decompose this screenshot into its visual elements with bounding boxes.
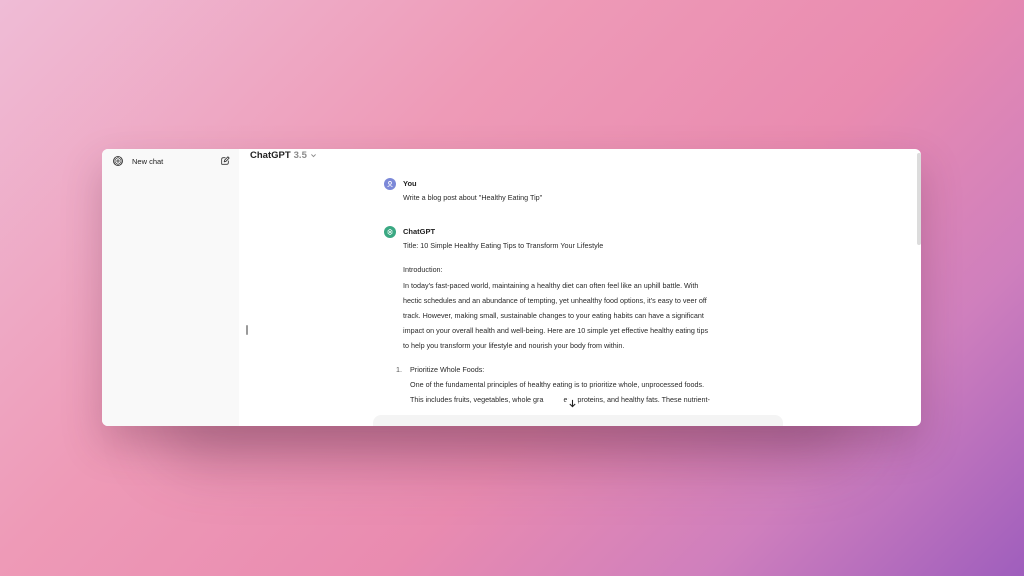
openai-logo-icon <box>384 226 396 239</box>
list-heading: Prioritize Whole Foods: <box>410 364 485 374</box>
conversation: You Write a blog post about "Healthy Eat… <box>384 178 764 407</box>
list-line: This includes fruits, vegetables, whole … <box>410 392 764 407</box>
user-message: You Write a blog post about "Healthy Eat… <box>384 178 764 205</box>
user-avatar-icon <box>384 178 396 190</box>
message-text: Write a blog post about "Healthy Eating … <box>403 193 543 202</box>
chat-main: ChatGPT 3.5 You Write a blog post about … <box>239 149 921 426</box>
intro-line: track. However, making small, sustainabl… <box>403 311 704 321</box>
intro-line: In today's fast-paced world, maintaining… <box>403 280 699 290</box>
chevron-down-icon <box>310 154 316 158</box>
sidebar: New chat <box>102 149 239 426</box>
chatgpt-window: New chat ChatGPT 3.5 You Write a blog po… <box>102 149 921 426</box>
list-item: 1. Prioritize Whole Foods: One of the fu… <box>396 362 764 408</box>
assistant-message: ChatGPT Title: 10 Simple Healthy Eating … <box>384 226 764 407</box>
edit-icon[interactable] <box>220 156 230 166</box>
model-name: ChatGPT <box>250 150 291 161</box>
list-line: One of the fundamental principles of hea… <box>410 379 705 389</box>
composer-area[interactable] <box>373 415 783 426</box>
intro-line: impact on your overall health and well-b… <box>403 326 709 336</box>
arrow-down-icon <box>568 399 576 407</box>
new-chat-label: New chat <box>132 156 164 166</box>
openai-logo-icon <box>113 156 123 166</box>
model-selector[interactable]: ChatGPT 3.5 <box>250 150 317 161</box>
message-author: ChatGPT <box>403 227 436 237</box>
message-author: You <box>403 179 417 188</box>
intro-line: to help you transform your lifestyle and… <box>403 341 625 351</box>
scroll-down-button[interactable] <box>566 397 578 409</box>
list-body: Prioritize Whole Foods: One of the funda… <box>407 362 764 408</box>
model-version: 3.5 <box>293 150 307 161</box>
intro-line: hectic schedules and an abundance of tem… <box>403 295 707 305</box>
intro-heading: Introduction: <box>403 265 443 275</box>
list-number: 1. <box>396 364 402 374</box>
list-line-part: This includes fruits, vegetables, whole … <box>410 395 544 405</box>
new-chat-button[interactable]: New chat <box>108 152 232 170</box>
post-title: Title: 10 Simple Healthy Eating Tips to … <box>403 241 604 251</box>
list-line-part: ean proteins, and healthy fats. These nu… <box>563 395 710 405</box>
scrollbar[interactable] <box>917 153 921 245</box>
